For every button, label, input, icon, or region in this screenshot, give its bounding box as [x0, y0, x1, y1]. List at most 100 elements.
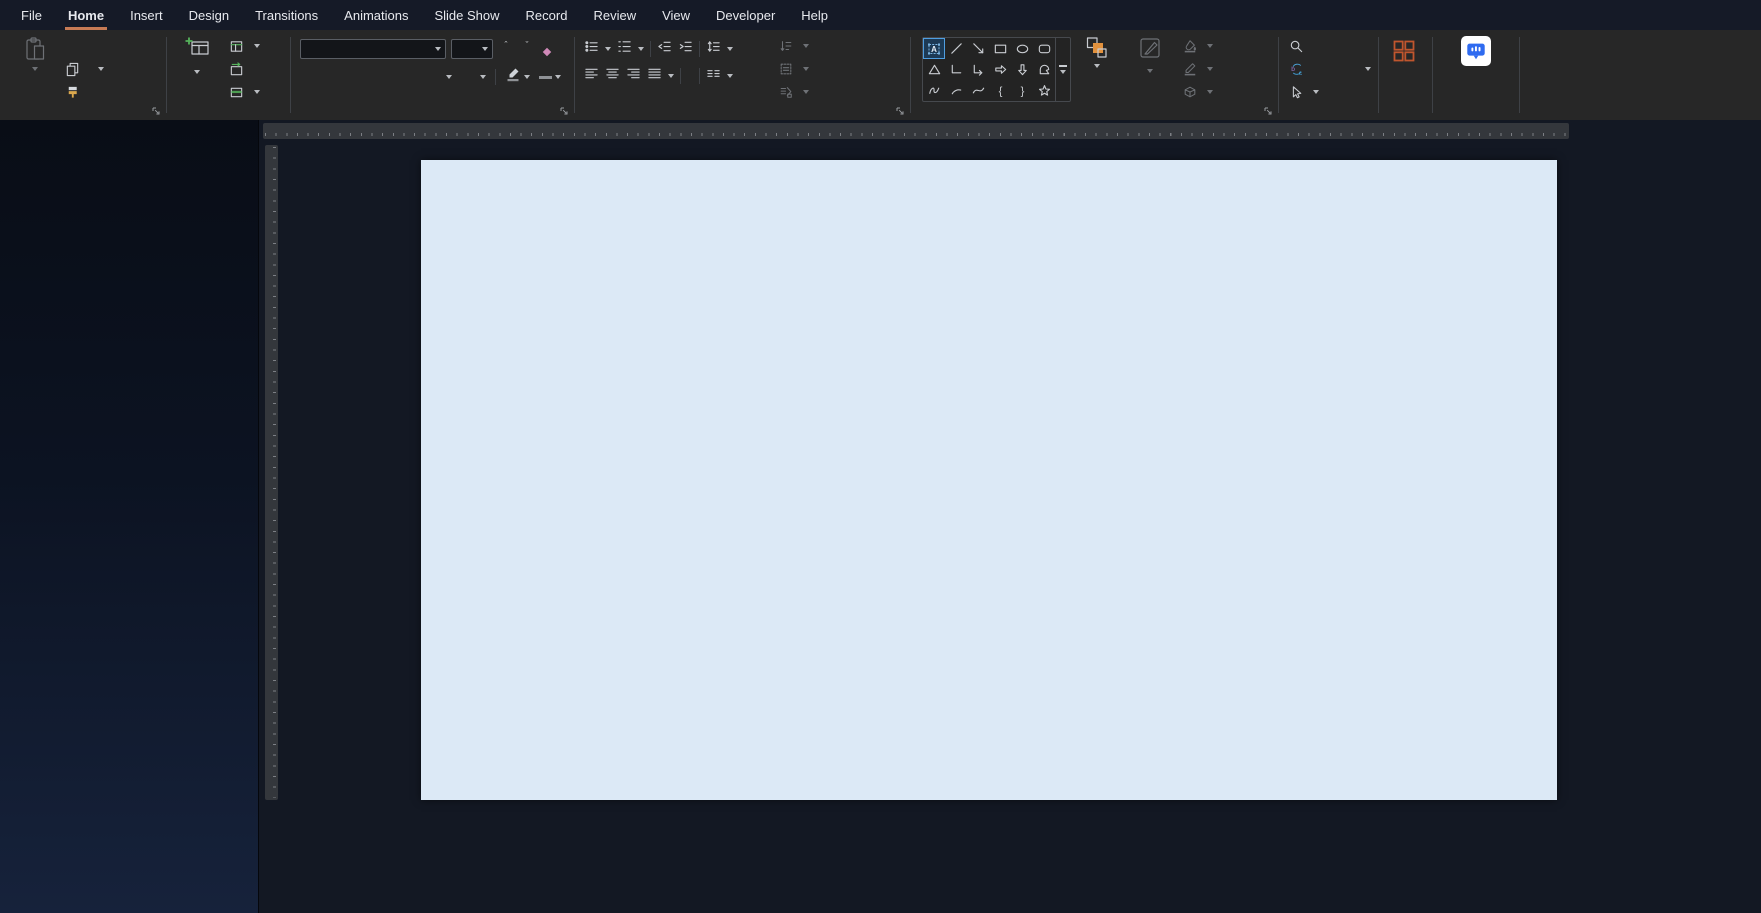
convert-smartart-button[interactable] [776, 82, 812, 102]
shapes-gallery-more-button[interactable] [1055, 38, 1070, 101]
replace-button[interactable]: bc [1286, 59, 1374, 79]
shape-right-brace[interactable]: } [1011, 80, 1033, 101]
menu-item-transitions[interactable]: Transitions [242, 0, 331, 30]
layout-button[interactable] [226, 36, 263, 56]
align-right-button[interactable] [626, 66, 641, 86]
paragraph-dialog-launcher[interactable] [895, 106, 905, 116]
justify-chevron [668, 74, 674, 78]
ribbon: ˆ ˇ [0, 30, 1761, 120]
bullets-chevron [605, 47, 611, 51]
vertical-ruler[interactable] [265, 145, 278, 800]
shape-elbow-arrow-connector[interactable] [967, 59, 989, 80]
font-size-combo[interactable] [451, 39, 493, 59]
align-text-button[interactable] [776, 59, 812, 79]
svg-text:b: b [1291, 65, 1295, 72]
shape-right-arrow[interactable] [989, 59, 1011, 80]
menu-item-developer[interactable]: Developer [703, 0, 788, 30]
highlight-pen-icon [505, 66, 521, 82]
menu-item-record[interactable]: Record [513, 0, 581, 30]
text-direction-button[interactable] [776, 36, 812, 56]
menu-item-insert[interactable]: Insert [117, 0, 176, 30]
select-cursor-icon [1289, 85, 1303, 100]
section-button[interactable] [226, 82, 263, 102]
font-dialog-launcher[interactable] [559, 106, 569, 116]
shape-elbow-connector[interactable] [945, 59, 967, 80]
clipboard-dialog-launcher[interactable] [151, 106, 161, 116]
menu-bar: FileHomeInsertDesignTransitionsAnimation… [0, 0, 1761, 30]
svg-text:{: { [998, 86, 1002, 98]
clear-formatting-button[interactable] [540, 43, 556, 56]
paste-button[interactable] [12, 36, 58, 71]
shape-arrow[interactable] [967, 38, 989, 59]
slide-subheading[interactable] [421, 568, 1557, 584]
replace-chevron [1365, 67, 1371, 71]
addins-button[interactable] [1381, 38, 1427, 66]
shape-outline-button[interactable] [1180, 59, 1216, 79]
shape-arc[interactable] [945, 80, 967, 101]
align-center-button[interactable] [605, 66, 620, 86]
cut-button[interactable] [62, 36, 107, 56]
shape-down-arrow[interactable] [1011, 59, 1033, 80]
shape-partial-circle[interactable] [1033, 59, 1055, 80]
numbering-chevron [638, 47, 644, 51]
shrink-font-button[interactable]: ˇ [519, 41, 535, 58]
menu-item-animations[interactable]: Animations [331, 0, 421, 30]
shape-triangle[interactable] [923, 59, 945, 80]
reset-icon [229, 62, 244, 77]
menu-item-design[interactable]: Design [176, 0, 242, 30]
format-painter-button[interactable] [62, 82, 107, 102]
svg-text:}: } [1020, 86, 1024, 98]
paragraph-group [578, 30, 908, 120]
horizontal-ruler[interactable] [263, 123, 1569, 139]
shape-rounded-rectangle[interactable] [1033, 38, 1055, 59]
decrease-indent-button[interactable] [657, 39, 672, 59]
editing-group: bc [1284, 30, 1376, 120]
arrange-button[interactable] [1070, 36, 1124, 68]
shape-fill-button[interactable] [1180, 36, 1216, 56]
shape-textbox[interactable]: A [923, 38, 945, 59]
slidesai-button[interactable] [1452, 36, 1500, 68]
layout-icon [229, 39, 244, 54]
align-left-button[interactable] [584, 66, 599, 86]
grow-font-button[interactable]: ˆ [498, 41, 514, 57]
menu-item-file[interactable]: File [8, 0, 55, 30]
menu-item-help[interactable]: Help [788, 0, 841, 30]
justify-button[interactable] [647, 66, 662, 86]
section-icon [229, 85, 244, 100]
svg-text:c: c [1299, 70, 1303, 77]
columns-button[interactable] [706, 66, 721, 86]
shape-effects-button[interactable] [1180, 82, 1216, 102]
shape-curve[interactable] [967, 80, 989, 101]
shape-line[interactable] [945, 38, 967, 59]
numbering-button[interactable] [617, 39, 632, 59]
slide-canvas[interactable] [421, 160, 1557, 800]
columns-chevron [727, 74, 733, 78]
shape-rectangle[interactable] [989, 38, 1011, 59]
menu-item-home[interactable]: Home [55, 0, 117, 30]
menu-item-slide-show[interactable]: Slide Show [421, 0, 512, 30]
shape-star[interactable] [1033, 80, 1055, 101]
copy-button[interactable] [62, 59, 107, 79]
menu-item-view[interactable]: View [649, 0, 703, 30]
menu-item-review[interactable]: Review [580, 0, 649, 30]
drawing-dialog-launcher[interactable] [1263, 106, 1273, 116]
bullets-button[interactable] [584, 39, 599, 59]
font-name-combo[interactable] [300, 39, 446, 59]
quick-styles-button[interactable] [1126, 36, 1174, 77]
reset-button[interactable] [226, 59, 263, 79]
drawing-group: A { } [914, 30, 1276, 120]
select-button[interactable] [1286, 82, 1374, 102]
new-slide-label-2 [194, 65, 200, 78]
highlight-color-button[interactable] [505, 66, 521, 87]
increase-indent-button[interactable] [678, 39, 693, 59]
shape-oval[interactable] [1011, 38, 1033, 59]
new-slide-button[interactable] [172, 36, 222, 78]
editing-canvas [258, 120, 1761, 913]
line-spacing-button[interactable] [706, 39, 721, 59]
arrange-chevron [1094, 64, 1100, 68]
shape-left-brace[interactable]: { [989, 80, 1011, 101]
shape-scribble[interactable] [923, 80, 945, 101]
find-button[interactable] [1286, 36, 1374, 56]
eraser-icon [543, 47, 551, 55]
font-color-button[interactable] [539, 75, 552, 79]
